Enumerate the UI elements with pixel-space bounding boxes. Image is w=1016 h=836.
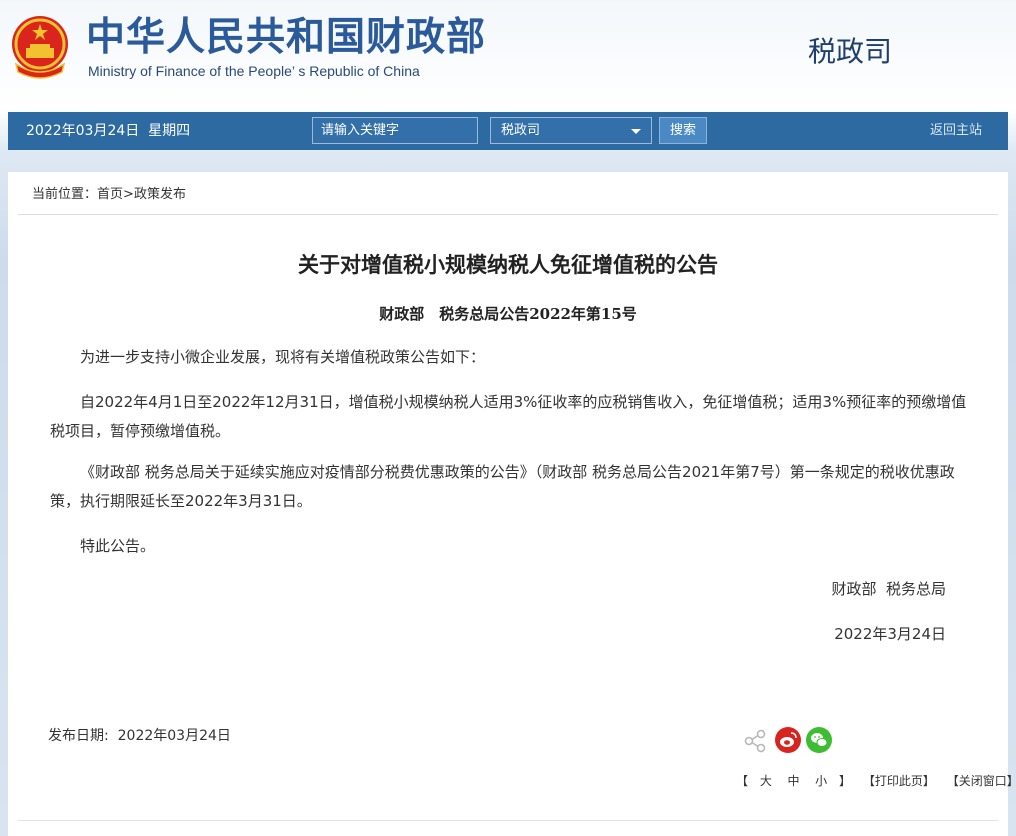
department-select-value: 税政司 <box>501 123 541 138</box>
font-size-large[interactable]: 大 <box>760 774 772 788</box>
article-paragraph: 为进一步支持小微企业发展，现将有关增值税政策公告如下： <box>80 348 486 366</box>
weibo-icon[interactable] <box>775 727 801 753</box>
department-name: 税政司 <box>808 35 893 68</box>
search-button[interactable]: 搜索 <box>659 117 707 144</box>
content-panel: 当前位置：首页>政策发布 关于对增值税小规模纳税人免征增值税的公告 财政部 税务… <box>8 172 1016 836</box>
chevron-down-icon <box>631 129 641 134</box>
publish-date: 发布日期: 2022年03月24日 <box>48 726 231 746</box>
article-paragraph: 自2022年4月1日至2022年12月31日，增值税小规模纳税人适用3%征收率的… <box>50 393 967 440</box>
breadcrumb-section[interactable]: 政策发布 <box>134 187 186 202</box>
bottom-divider <box>18 820 998 821</box>
return-home-link[interactable]: 返回主站 <box>930 122 982 140</box>
search-input[interactable] <box>312 117 478 144</box>
publish-date-value: 2022年03月24日 <box>117 728 231 744</box>
signature-date: 2022年3月24日 <box>834 625 946 643</box>
article-title: 关于对增值税小规模纳税人免征增值税的公告 <box>298 253 718 277</box>
department-select[interactable]: 税政司 <box>490 117 652 144</box>
breadcrumb-home[interactable]: 首页 <box>97 187 123 202</box>
font-size-bracket-open: 【 <box>736 774 749 788</box>
national-emblem-icon <box>12 16 68 79</box>
wechat-icon[interactable] <box>806 727 832 753</box>
breadcrumb-separator: > <box>123 187 134 202</box>
current-date: 2022年03月24日 星期四 <box>26 123 191 139</box>
font-size-small[interactable]: 小 <box>815 774 827 788</box>
article-paragraph: 特此公告。 <box>80 537 156 555</box>
font-size-bracket-close: 】 <box>839 774 852 788</box>
nav-bar: 2022年03月24日 星期四 税政司 搜索 返回主站 <box>8 112 1008 150</box>
breadcrumb: 当前位置：首页>政策发布 <box>32 186 186 204</box>
article-subtitle: 财政部 税务总局公告2022年第15号 <box>379 305 637 323</box>
ministry-name-en: Ministry of Finance of the People’ s Rep… <box>88 63 420 79</box>
breadcrumb-prefix: 当前位置： <box>32 187 98 202</box>
print-page-link[interactable]: 【打印此页】 <box>863 774 935 788</box>
font-size-medium[interactable]: 中 <box>788 774 800 788</box>
breadcrumb-divider <box>18 214 998 215</box>
site-header: 中华人民共和国财政部 Ministry of Finance of the Pe… <box>0 0 1016 108</box>
signature-organization: 财政部 税务总局 <box>831 580 946 598</box>
page-tools: 【 大 中 小 】 【打印此页】 【关闭窗口】 <box>736 772 1016 790</box>
article-paragraph: 《财政部 税务总局关于延续实施应对疫情部分税费优惠政策的公告》（财政部 税务总局… <box>50 463 955 510</box>
publish-date-label: 发布日期: <box>48 728 109 744</box>
close-window-link[interactable]: 【关闭窗口】 <box>947 774 1016 788</box>
share-icon[interactable] <box>742 728 768 754</box>
ministry-name-cn: 中华人民共和国财政部 <box>86 15 487 60</box>
